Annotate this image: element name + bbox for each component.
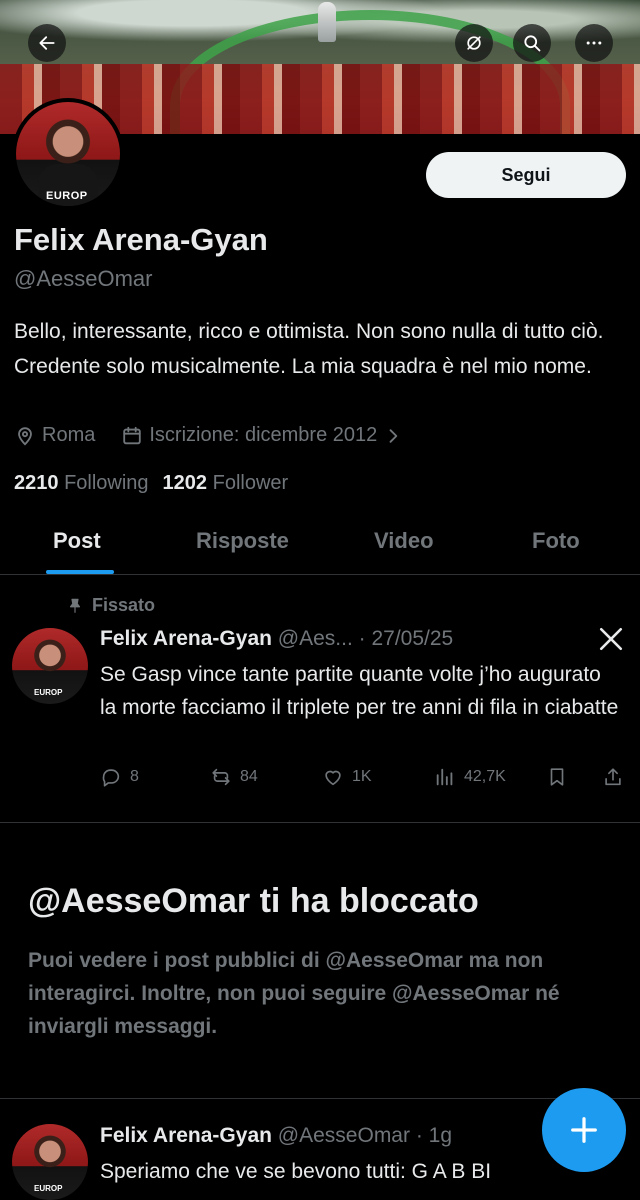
search-icon xyxy=(524,35,541,52)
tab-video[interactable]: Video xyxy=(374,528,434,554)
plus-icon xyxy=(571,1117,597,1143)
reply-button[interactable]: 8 xyxy=(100,766,139,788)
blocked-divider xyxy=(0,1098,640,1099)
active-tab-indicator xyxy=(46,570,114,574)
grok-icon xyxy=(467,36,481,50)
post-avatar[interactable]: EUROP xyxy=(12,628,88,704)
like-button[interactable]: 1K xyxy=(322,766,372,788)
profile-location: Roma xyxy=(42,424,96,446)
post-author-2[interactable]: Felix Arena-Gyan xyxy=(100,1124,272,1147)
avatar-sponsor-text: EUROP xyxy=(46,190,88,202)
post-time-2: · 1g xyxy=(415,1124,453,1147)
tab-post[interactable]: Post xyxy=(53,528,101,554)
chevron-right-icon[interactable] xyxy=(383,426,403,446)
back-button[interactable] xyxy=(28,24,66,62)
post-header: Felix Arena-Gyan @Aes... · 27/05/25 xyxy=(100,627,453,651)
followers-label: Follower xyxy=(212,472,289,494)
views-chart-icon xyxy=(436,768,453,786)
share-icon xyxy=(605,768,621,786)
post-date: · 27/05/25 xyxy=(358,627,454,650)
post-actions: 8 84 1K 42,7K xyxy=(100,766,630,794)
bookmark-icon xyxy=(550,768,564,786)
blocked-title: @AesseOmar ti ha bloccato xyxy=(28,882,479,920)
search-button[interactable] xyxy=(513,24,551,62)
reply-count: 8 xyxy=(130,768,139,785)
tab-risposte[interactable]: Risposte xyxy=(196,528,289,554)
following-link[interactable]: 2210 Following xyxy=(14,472,149,495)
repost-button[interactable]: 84 xyxy=(210,766,258,788)
post-header-2: Felix Arena-Gyan @AesseOmar · 1g xyxy=(100,1124,452,1148)
post-text-2[interactable]: Speriamo che ve se bevono tutti: G A B B… xyxy=(100,1155,620,1188)
pinned-indicator: Fissato xyxy=(66,595,155,616)
post-avatar-2[interactable]: EUROP xyxy=(12,1124,88,1200)
arrow-left-icon xyxy=(39,36,55,50)
post-text[interactable]: Se Gasp vince tante partite quante volte… xyxy=(100,658,620,724)
reply-icon xyxy=(102,769,120,787)
avatar-photo: EUROP xyxy=(16,102,120,206)
repost-icon xyxy=(212,768,230,786)
profile-bio: Bello, interessante, ricco e ottimista. … xyxy=(14,320,604,378)
profile-meta: Roma Iscrizione: dicembre 2012 xyxy=(14,424,403,447)
views-count: 42,7K xyxy=(464,768,506,785)
follow-button[interactable]: Segui xyxy=(426,152,626,198)
followers-count: 1202 xyxy=(162,472,208,494)
post-avatar-sponsor: EUROP xyxy=(34,688,63,697)
post-handle-2: @AesseOmar xyxy=(277,1124,410,1147)
profile-name: Felix Arena-Gyan xyxy=(14,222,268,257)
profile-tabs: Post Risposte Video Foto xyxy=(0,512,640,575)
trophy-image xyxy=(318,2,336,42)
post-author[interactable]: Felix Arena-Gyan xyxy=(100,627,272,650)
post-divider xyxy=(0,822,640,823)
heart-icon xyxy=(325,770,341,786)
calendar-icon xyxy=(123,426,142,444)
post-handle: @Aes... xyxy=(277,627,353,650)
blocked-message: Puoi vedere i post pubblici di @AesseOma… xyxy=(28,949,560,1038)
views-button[interactable]: 42,7K xyxy=(434,766,506,788)
share-button[interactable] xyxy=(602,766,624,788)
bookmark-button[interactable] xyxy=(546,766,568,788)
location-icon xyxy=(18,426,32,446)
profile-counts: 2210 Following 1202 Follower xyxy=(14,472,288,495)
repost-count: 84 xyxy=(240,768,258,785)
following-count: 2210 xyxy=(14,472,59,494)
following-label: Following xyxy=(64,472,149,494)
tab-foto[interactable]: Foto xyxy=(532,528,580,554)
grok-button[interactable] xyxy=(455,24,493,62)
pinned-label: Fissato xyxy=(92,595,156,615)
post-avatar-2-sponsor: EUROP xyxy=(34,1184,63,1193)
x-logo-icon xyxy=(599,627,623,651)
like-count: 1K xyxy=(352,768,372,785)
compose-button[interactable] xyxy=(542,1088,626,1172)
more-horizontal-icon xyxy=(586,41,602,45)
pin-icon xyxy=(69,598,81,613)
profile-avatar[interactable]: EUROP xyxy=(12,98,124,210)
profile-joined: Iscrizione: dicembre 2012 xyxy=(149,424,378,446)
profile-handle: @AesseOmar xyxy=(14,266,153,291)
followers-link[interactable]: 1202 Follower xyxy=(163,472,289,495)
more-button[interactable] xyxy=(575,24,613,62)
